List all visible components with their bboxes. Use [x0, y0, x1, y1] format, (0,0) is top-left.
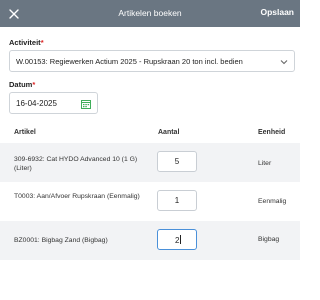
eenheid-value: Liter — [258, 160, 272, 167]
artikel-name: 309-6932: Cat HYDO Advanced 10 (1 G) (Li… — [14, 156, 138, 172]
datum-input[interactable]: 16-04-2025 — [9, 92, 98, 114]
aantal-input[interactable]: 1 — [157, 190, 197, 211]
required-mark: * — [40, 38, 44, 47]
table-row: BZ0001: Bigbag Zand (Bigbag) 2 Bigbag — [0, 221, 300, 260]
top-bar: Artikelen boeken Opslaan — [0, 0, 300, 27]
aantal-input[interactable]: 5 — [157, 151, 197, 172]
aantal-value: 2 — [175, 236, 180, 245]
activiteit-select[interactable]: W.00153: Regiewerken Actium 2025 - Rupsk… — [9, 50, 295, 72]
eenheid-value: Eenmalig — [258, 198, 287, 205]
activiteit-label-text: Activiteit — [9, 38, 41, 47]
aantal-input-focused[interactable]: 2 — [157, 229, 197, 250]
required-mark: * — [32, 80, 36, 89]
chevron-down-icon — [280, 60, 288, 65]
datum-value: 16-04-2025 — [16, 99, 57, 108]
table-row: 309-6932: Cat HYDO Advanced 10 (1 G) (Li… — [0, 143, 300, 182]
datum-label-text: Datum — [9, 80, 33, 89]
column-header-eenheid: Eenheid — [258, 129, 286, 136]
artikel-name: T0003: Aan/Afvoer Rupskraan (Eenmalig) — [14, 193, 140, 200]
table-row: T0003: Aan/Afvoer Rupskraan (Eenmalig) 1… — [0, 182, 300, 221]
column-header-artikel: Artikel — [14, 129, 36, 136]
activiteit-value: W.00153: Regiewerken Actium 2025 - Rupsk… — [16, 57, 243, 66]
activiteit-label: Activiteit* — [9, 38, 44, 47]
datum-label: Datum* — [9, 80, 35, 89]
page-title: Artikelen boeken — [118, 8, 182, 18]
text-caret — [180, 235, 182, 244]
save-button[interactable]: Opslaan — [260, 7, 294, 17]
column-header-aantal: Aantal — [158, 129, 180, 136]
calendar-icon[interactable] — [81, 99, 91, 109]
artikel-name: BZ0001: Bigbag Zand (Bigbag) — [14, 237, 108, 244]
eenheid-value: Bigbag — [258, 236, 280, 243]
